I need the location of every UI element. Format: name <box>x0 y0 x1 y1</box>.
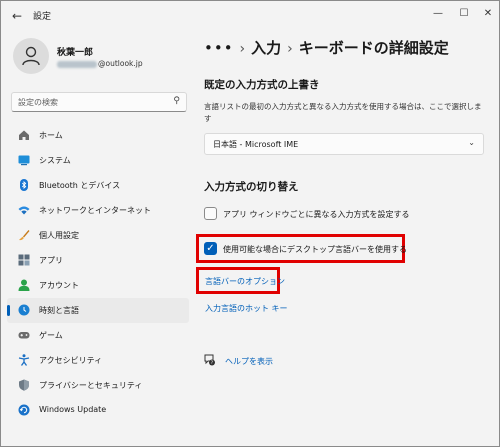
sidebar-item-personalization[interactable]: 個人用設定 <box>7 223 189 248</box>
default-input-description: 言語リストの最初の入力方式と異なる入力方式を使用する場合は、ここで選択します <box>204 102 482 123</box>
bluetooth-icon <box>20 179 28 191</box>
sidebar-item-bluetooth[interactable]: Bluetooth とデバイス <box>7 173 189 198</box>
app-title: 設定 <box>33 12 52 22</box>
redacted-email-part <box>57 60 97 68</box>
maximize-icon: ☐ <box>459 8 469 19</box>
update-icon <box>18 404 30 416</box>
accessibility-icon <box>18 354 30 366</box>
display-icon <box>18 155 30 166</box>
checkmark-icon: ✓ <box>206 243 215 254</box>
gamepad-icon <box>18 332 30 339</box>
minimize-button[interactable]: — <box>427 5 449 23</box>
per-app-input-checkbox[interactable] <box>204 207 217 220</box>
sidebar-item-time-language[interactable]: 時刻と言語 <box>7 298 189 323</box>
per-app-input-label: アプリ ウィンドウごとに異なる入力方式を設定する <box>223 210 410 219</box>
search-placeholder: 設定の検索 <box>18 98 58 107</box>
sidebar-nav: ホーム システム Bluetooth とデバイス ネットワークとインターネット … <box>7 123 189 423</box>
sidebar-item-accounts[interactable]: アカウント <box>7 273 189 298</box>
input-language-hotkeys-link[interactable]: 入力言語のホット キー <box>205 303 288 314</box>
sidebar-item-windows-update[interactable]: Windows Update <box>7 398 189 423</box>
chevron-down-icon: ⌄ <box>468 138 475 147</box>
switching-heading: 入力方式の切り替え <box>204 181 299 193</box>
maximize-button[interactable]: ☐ <box>453 5 475 23</box>
globe-clock-icon <box>18 304 30 316</box>
page-title: キーボードの詳細設定 <box>298 39 449 57</box>
sidebar-item-network[interactable]: ネットワークとインターネット <box>7 198 189 223</box>
close-button[interactable]: ✕ <box>477 5 499 23</box>
title-bar: ← 設定 — ☐ ✕ <box>1 1 499 31</box>
language-bar-options-link[interactable]: 言語バーのオプション <box>205 276 285 287</box>
breadcrumb-overflow-button[interactable]: ••• <box>204 39 234 57</box>
dropdown-selected-value: 日本語 - Microsoft IME <box>213 140 299 149</box>
desktop-language-bar-label: 使用可能な場合にデスクトップ言語バーを使用する <box>223 245 407 254</box>
settings-window: ← 設定 — ☐ ✕ 秋葉一郎 @outlook.jp 設定の検索 ⚲ ホーム … <box>0 0 500 447</box>
breadcrumb: ••• › 入力 › キーボードの詳細設定 <box>204 37 449 58</box>
user-email: @outlook.jp <box>57 59 143 68</box>
search-input[interactable]: 設定の検索 ⚲ <box>11 92 187 112</box>
selection-indicator <box>7 305 10 316</box>
search-icon: ⚲ <box>173 96 180 106</box>
chevron-right-icon: › <box>287 41 293 57</box>
minimize-icon: — <box>433 8 443 19</box>
account-icon <box>18 279 30 291</box>
avatar[interactable] <box>13 38 49 74</box>
back-button[interactable]: ← <box>7 7 27 25</box>
person-icon <box>22 46 40 66</box>
breadcrumb-parent[interactable]: 入力 <box>251 39 281 57</box>
shield-icon <box>19 379 29 391</box>
wifi-icon <box>18 206 30 215</box>
desktop-language-bar-checkbox[interactable]: ✓ <box>204 242 217 255</box>
user-name: 秋葉一郎 <box>57 48 94 58</box>
get-help-link[interactable]: ヘルプを表示 <box>225 356 273 367</box>
sidebar-item-privacy[interactable]: プライバシーとセキュリティ <box>7 373 189 398</box>
close-icon: ✕ <box>483 8 493 19</box>
home-icon <box>19 130 29 140</box>
sidebar-item-home[interactable]: ホーム <box>7 123 189 148</box>
brush-icon <box>19 230 30 241</box>
arrow-left-icon: ← <box>11 9 23 23</box>
help-icon: ? <box>204 354 215 366</box>
sidebar-item-gaming[interactable]: ゲーム <box>7 323 189 348</box>
chevron-right-icon: › <box>239 41 246 57</box>
apps-icon <box>18 254 30 266</box>
sidebar-item-system[interactable]: システム <box>7 148 189 173</box>
sidebar-item-apps[interactable]: アプリ <box>7 248 189 273</box>
input-method-dropdown[interactable]: 日本語 - Microsoft IME ⌄ <box>204 133 484 155</box>
default-input-heading: 既定の入力方式の上書き <box>204 79 320 91</box>
sidebar-item-accessibility[interactable]: アクセシビリティ <box>7 348 189 373</box>
